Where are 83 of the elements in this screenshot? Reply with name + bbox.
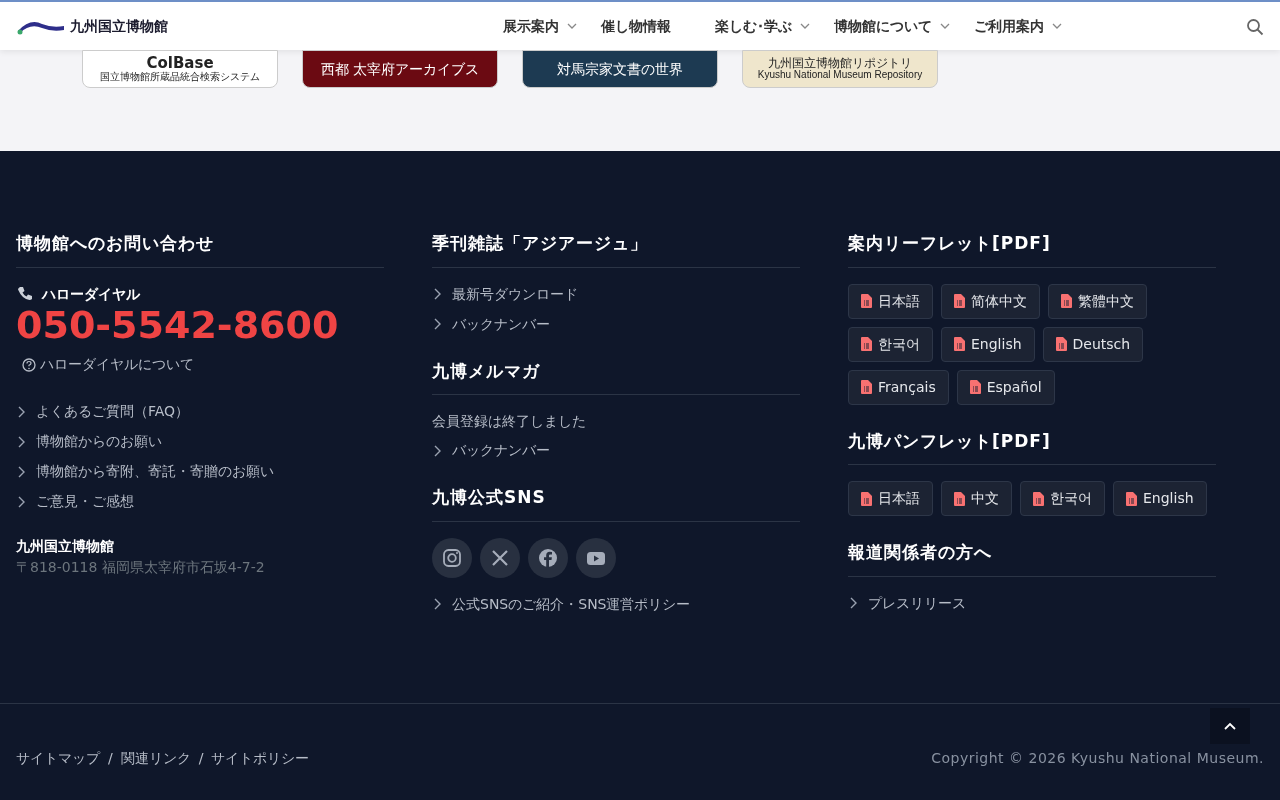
section-heading: 報道関係者の方へ [848,540,1216,577]
back-to-top-button[interactable] [1210,708,1250,744]
phone-label: ハローダイヤル [42,284,140,304]
pdf-button[interactable]: Español [956,369,1055,405]
chevron-right-icon [16,464,26,479]
nav-link[interactable]: 楽しむ･学ぶ [702,15,822,37]
banner-link[interactable]: 対馬宗家文書の世界 [522,50,718,88]
bottom-link[interactable]: サイトポリシー [211,747,310,769]
chevron-up-icon [1224,722,1236,730]
pdf-file-icon [1033,491,1044,506]
footer-link[interactable]: 博物館から寄附、寄託・寄贈のお願い [16,461,384,483]
x-logo-icon [490,547,510,568]
chevron-right-icon [16,404,26,419]
info-text: 会員登録は終了しました [432,412,587,431]
footer-link[interactable]: よくあるご質問（FAQ） [16,401,384,423]
phone-icon [16,285,34,303]
pdf-button[interactable]: 简体中文 [941,283,1040,319]
separator-text: / [108,748,113,768]
pdf-button[interactable]: Deutsch [1042,326,1144,362]
phone-number: 050-5542-8600 [16,304,340,347]
search-icon [1246,17,1264,36]
social-button[interactable] [576,537,616,578]
nav-link[interactable]: 展示案内 [490,15,589,37]
section-heading: 案内リーフレット[PDF] [848,231,1216,268]
question-icon [22,357,36,372]
pdf-button[interactable]: English [941,326,1035,362]
address-text: 〒818-0118 福岡県太宰府市石坂4-7-2 [16,558,266,578]
pdf-button[interactable]: Français [848,369,949,405]
pdf-button[interactable]: 日本語 [848,481,933,516]
chevron-right-icon [432,317,442,331]
section-heading: 季刊雑誌「アジアージュ」 [432,231,800,268]
chevron-right-icon [16,434,26,449]
pdf-file-icon [1055,337,1067,351]
chevron-right-icon [432,443,442,458]
facebook-icon [538,547,558,568]
footer-link[interactable]: バックナンバー [432,313,800,335]
instagram-icon [442,547,462,568]
social-button[interactable] [528,537,568,578]
separator-text: / [198,748,204,768]
pdf-file-icon [861,380,872,394]
pdf-button[interactable]: English [1113,481,1207,516]
pdf-button[interactable]: 한국어 [1020,481,1105,516]
nav-link[interactable]: ご利用案内 [961,15,1074,37]
banner-link[interactable]: 西都 太宰府アーカイブス [302,50,498,88]
pdf-file-icon [954,294,965,308]
footer-link[interactable]: 公式SNSのご紹介・SNS運営ポリシー [432,593,800,615]
chevron-right-icon [432,287,442,301]
footer-link[interactable]: 最新号ダウンロード [432,283,800,305]
pdf-file-icon [954,491,965,506]
pdf-button[interactable]: 繁體中文 [1048,283,1147,319]
pdf-button[interactable]: 中文 [941,481,1012,516]
footer-link[interactable]: ご意見・ご感想 [16,491,384,513]
footer-link[interactable]: プレスリリース [848,592,1216,614]
section-heading: 九博公式SNS [432,485,800,522]
footer-link[interactable]: バックナンバー [432,440,800,461]
pdf-file-icon [969,380,981,394]
museum-name: 九州国立博物館 [16,537,115,557]
pdf-button[interactable]: 한국어 [848,326,933,362]
pdf-file-icon [861,491,872,506]
banner-link[interactable]: 九州国立博物館リポジトリ Kyushu National Museum Repository [742,50,938,88]
chevron-right-icon [16,494,26,509]
pdf-button[interactable]: 日本語 [848,283,933,319]
help-link[interactable]: ハローダイヤルについて [22,354,384,376]
pdf-file-icon [861,337,872,351]
footer-link[interactable]: 博物館からのお願い [16,431,384,453]
chevron-right-icon [848,596,858,610]
section-heading: 九博メルマガ [432,358,800,395]
nav-link[interactable]: 催し物情報 [588,15,683,37]
pdf-file-icon [954,337,965,351]
nav-link[interactable]: 博物館について [821,15,962,37]
section-heading: 博物館へのお問い合わせ [16,231,384,268]
pdf-file-icon [1126,491,1137,506]
pdf-file-icon [861,294,872,308]
pdf-file-icon [1061,294,1072,308]
bottom-link[interactable]: 関連リンク [120,747,191,769]
chevron-right-icon [432,597,442,611]
bottom-link[interactable]: サイトマップ [16,747,100,769]
banner-link[interactable]: ColBase 国立博物館所蔵品統合検索システム [82,50,278,88]
social-button[interactable] [432,537,472,578]
social-button[interactable] [480,537,520,578]
copyright-text: Copyright © 2026 Kyushu National Museum. [931,748,1264,768]
site-logo[interactable]: 九州国立博物館 [16,15,168,37]
section-heading: 九博パンフレット[PDF] [848,428,1216,465]
